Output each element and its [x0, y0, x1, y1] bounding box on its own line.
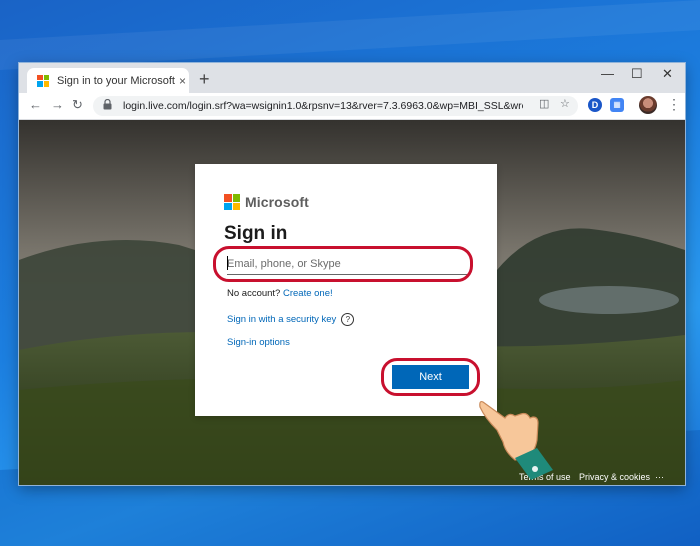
next-button[interactable]: Next: [392, 365, 469, 389]
security-key-row[interactable]: Sign in with a security key ?: [227, 313, 355, 326]
browser-toolbar: ← → ↻ login.live.com/login.srf?wa=wsigni…: [19, 93, 685, 120]
tab-title: Sign in to your Microsoft account: [57, 74, 175, 87]
security-key-link[interactable]: Sign in with a security key: [227, 314, 336, 325]
tab-strip: Sign in to your Microsoft account × + — …: [19, 63, 685, 93]
forward-icon[interactable]: →: [51, 97, 64, 112]
address-bar[interactable]: login.live.com/login.srf?wa=wsignin1.0&r…: [93, 96, 578, 116]
signin-card: Microsoft Sign in No account? Create one…: [195, 164, 497, 416]
url-text: login.live.com/login.srf?wa=wsignin1.0&r…: [123, 100, 523, 112]
text-caret: [227, 256, 228, 270]
privacy-link[interactable]: Privacy & cookies: [579, 472, 650, 482]
maximize-icon[interactable]: ☐: [631, 66, 643, 82]
signin-options-link[interactable]: Sign-in options: [227, 337, 290, 348]
browser-window: Sign in to your Microsoft account × + — …: [19, 63, 685, 485]
bookmark-star-icon[interactable]: ☆: [560, 97, 570, 110]
footer-more-icon[interactable]: ···: [655, 472, 664, 482]
back-icon[interactable]: ←: [29, 97, 42, 112]
profile-avatar[interactable]: [639, 96, 657, 114]
no-account-row: No account? Create one!: [227, 288, 333, 299]
extension-translate-icon[interactable]: ▦: [610, 98, 624, 112]
brand-name: Microsoft: [245, 194, 309, 210]
help-icon[interactable]: ?: [341, 313, 355, 326]
microsoft-favicon-icon: [37, 74, 49, 87]
page-viewport: Microsoft Sign in No account? Create one…: [19, 120, 685, 485]
minimize-icon[interactable]: —: [601, 66, 614, 81]
create-account-link[interactable]: Create one!: [283, 288, 333, 299]
tab-close-icon[interactable]: ×: [179, 74, 186, 88]
pointing-hand-icon: [479, 400, 553, 480]
email-input[interactable]: [227, 254, 467, 275]
menu-kebab-icon[interactable]: ⋮: [667, 96, 681, 113]
tab-signin[interactable]: Sign in to your Microsoft account ×: [27, 68, 189, 93]
microsoft-logo-icon: [224, 194, 240, 210]
page-title: Sign in: [224, 223, 288, 244]
new-tab-button[interactable]: +: [199, 69, 210, 90]
close-window-icon[interactable]: ✕: [662, 66, 673, 82]
translate-icon[interactable]: ◫: [539, 97, 549, 110]
extension-d-icon[interactable]: D: [588, 98, 602, 112]
no-account-text: No account?: [227, 288, 281, 299]
lock-icon: [103, 98, 117, 113]
microsoft-logo: Microsoft: [224, 194, 309, 210]
reload-icon[interactable]: ↻: [72, 97, 83, 113]
